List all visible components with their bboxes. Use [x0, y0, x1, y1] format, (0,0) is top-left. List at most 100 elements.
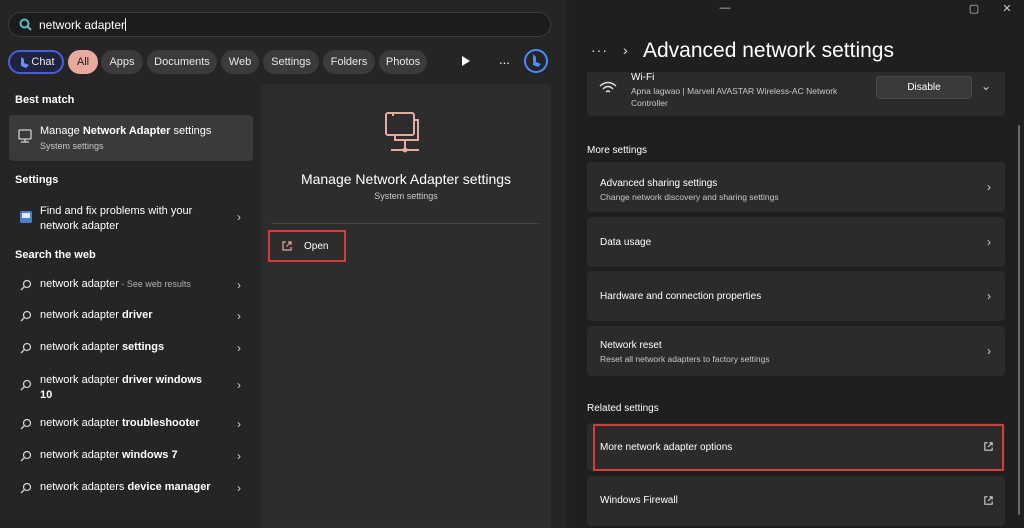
web-result-text: network adapter settings — [40, 341, 164, 353]
settings-window: — ▢ ✕ ··· › Advanced network settings Wi… — [571, 0, 1024, 528]
web-search-icon — [20, 418, 32, 430]
web-result-text: network adapter windows 7 — [40, 449, 178, 461]
chevron-right-icon: › — [237, 341, 241, 355]
hardware-connection-properties[interactable]: Hardware and connection properties › — [587, 271, 1005, 321]
chevron-right-icon: › — [987, 235, 991, 249]
wifi-name: Wi-Fi — [631, 72, 655, 83]
scrollbar[interactable] — [1018, 125, 1020, 515]
settings-result-troubleshoot[interactable]: Find and fix problems with your network … — [9, 198, 253, 238]
filter-folders[interactable]: Folders — [323, 50, 375, 74]
web-result-bold: troubleshooter — [121, 417, 200, 429]
wifi-adapter-card: Wi-Fi Apna lagwao | Marvell AVASTAR Wire… — [587, 72, 1005, 116]
best-match-subtitle: System settings — [40, 141, 104, 151]
best-match-result[interactable]: Manage Network Adapter settings System s… — [9, 115, 253, 161]
wifi-icon — [599, 81, 617, 95]
filter-all[interactable]: All — [68, 50, 98, 74]
settings-result-line2: network adapter — [40, 220, 119, 232]
search-icon — [19, 18, 32, 31]
web-result[interactable]: network adapter driver › — [9, 303, 253, 329]
disable-button[interactable]: Disable — [876, 76, 972, 99]
card-title: Hardware and connection properties — [600, 291, 762, 302]
web-result-prefix: network adapter — [40, 449, 122, 461]
chevron-right-icon: › — [987, 180, 991, 194]
web-result-prefix: network adapters — [40, 481, 128, 493]
web-search-icon — [20, 379, 32, 391]
card-title: Advanced sharing settings — [600, 178, 718, 189]
search-input[interactable] — [39, 13, 519, 36]
chevron-right-icon: › — [237, 417, 241, 431]
chevron-right-icon: › — [987, 344, 991, 358]
card-title: Network reset — [600, 340, 662, 351]
data-usage[interactable]: Data usage › — [587, 217, 1005, 267]
maximize-icon[interactable]: ▢ — [964, 2, 984, 15]
web-result[interactable]: network adapters device manager › — [9, 475, 253, 501]
troubleshoot-icon — [19, 210, 33, 224]
bing-icon[interactable] — [524, 49, 548, 73]
web-search-icon — [20, 279, 32, 291]
best-match-heading: Best match — [15, 94, 75, 106]
settings-heading: Settings — [15, 174, 59, 186]
preview-subtitle: System settings — [374, 191, 438, 201]
filter-web-label: Web — [228, 56, 252, 68]
network-settings-icon — [17, 128, 33, 144]
highlight-box — [593, 424, 1004, 471]
web-search-icon — [20, 450, 32, 462]
web-result-extra: - See web results — [118, 279, 191, 289]
web-result-prefix: network adapter — [40, 309, 122, 321]
chevron-down-icon[interactable]: ⌄ — [981, 79, 991, 93]
chevron-right-icon: › — [237, 481, 241, 495]
filter-all-label: All — [76, 56, 90, 68]
preview-pane: Manage Network Adapter settings System s… — [261, 84, 551, 528]
open-label: Open — [304, 241, 329, 252]
web-search-icon — [20, 310, 32, 322]
web-result-text: network adapter troubleshooter — [40, 417, 200, 429]
filter-settings[interactable]: Settings — [263, 50, 319, 74]
web-result-text: network adapters device manager — [40, 481, 211, 493]
close-icon[interactable]: ✕ — [997, 2, 1017, 15]
more-filters-button[interactable]: ... — [499, 52, 510, 67]
card-title: Windows Firewall — [600, 495, 678, 506]
filter-apps[interactable]: Apps — [101, 50, 143, 74]
web-result[interactable]: network adapter driver windows 10 › — [9, 368, 253, 402]
best-match-title-bold: Network Adapter — [82, 125, 171, 137]
chevron-right-icon: › — [987, 289, 991, 303]
open-external-icon — [983, 495, 994, 506]
filter-folders-label: Folders — [330, 56, 368, 68]
web-result[interactable]: network adapter troubleshooter › — [9, 411, 253, 437]
card-subtitle: Change network discovery and sharing set… — [600, 192, 779, 202]
filter-photos[interactable]: Photos — [379, 50, 427, 74]
play-icon[interactable] — [460, 55, 471, 67]
divider — [271, 223, 539, 224]
filter-settings-label: Settings — [271, 56, 311, 68]
web-result-bold: windows 7 — [121, 449, 178, 461]
preview-title: Manage Network Adapter settings — [300, 171, 512, 187]
web-result[interactable]: network adapter windows 7 › — [9, 443, 253, 469]
filter-documents[interactable]: Documents — [147, 50, 217, 74]
advanced-sharing-settings[interactable]: Advanced sharing settings Change network… — [587, 162, 1005, 212]
chevron-right-icon: › — [237, 278, 241, 292]
related-settings-heading: Related settings — [587, 403, 659, 414]
open-button[interactable]: Open — [268, 230, 346, 262]
web-result[interactable]: network adapter settings › — [9, 335, 253, 361]
web-result[interactable]: network adapter - See web results › — [9, 272, 253, 298]
minimize-icon[interactable]: — — [715, 2, 735, 14]
web-result-text: network adapter - See web results — [40, 278, 191, 290]
filter-chat[interactable]: Chat — [8, 50, 64, 74]
nav-overflow-button[interactable]: ··· — [591, 42, 608, 58]
filter-apps-label: Apps — [109, 56, 135, 68]
network-reset[interactable]: Network reset Reset all network adapters… — [587, 326, 1005, 376]
best-match-title: Manage Network Adapter settings — [40, 125, 211, 137]
open-external-icon — [281, 240, 293, 252]
web-result-text: network adapter driver — [40, 309, 153, 321]
card-subtitle: Reset all network adapters to factory se… — [600, 354, 770, 364]
web-search-icon — [20, 342, 32, 354]
windows-firewall[interactable]: Windows Firewall — [587, 476, 1005, 526]
card-title: Data usage — [600, 237, 652, 248]
web-result-prefix: network adapter — [40, 278, 119, 290]
web-result-bold: driver — [121, 309, 153, 321]
filter-web[interactable]: Web — [221, 50, 259, 74]
search-box[interactable] — [8, 12, 551, 37]
filter-photos-label: Photos — [385, 56, 421, 68]
web-result-text: network adapter driver windows — [40, 374, 202, 386]
network-settings-icon — [381, 110, 431, 160]
